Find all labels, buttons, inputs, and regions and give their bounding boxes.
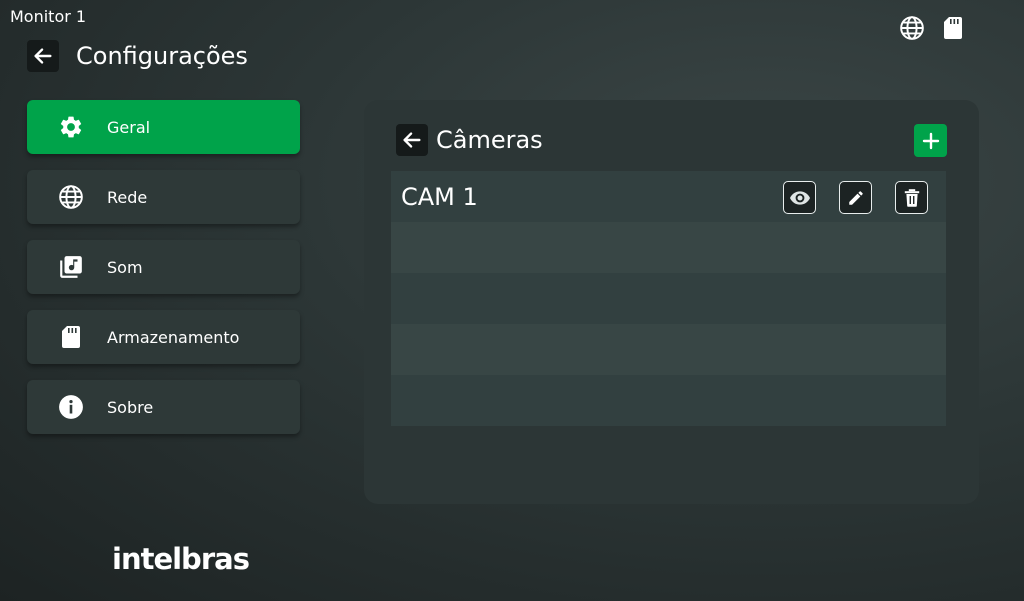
arrow-left-icon: [403, 132, 421, 148]
table-row: [391, 273, 946, 324]
music-library-icon: [57, 253, 85, 281]
globe-icon: [57, 183, 85, 211]
pencil-icon: [848, 190, 863, 205]
sd-card-icon: [57, 323, 85, 351]
sidebar-item-armazenamento[interactable]: Armazenamento: [27, 310, 300, 364]
add-camera-button[interactable]: [914, 124, 947, 157]
camera-name: CAM 1: [401, 182, 478, 211]
brand-logo: intelbras: [112, 542, 250, 576]
table-row: [391, 324, 946, 375]
gear-icon: [57, 113, 85, 141]
back-button[interactable]: [27, 40, 59, 72]
panel-title: Câmeras: [436, 126, 543, 154]
globe-icon[interactable]: [898, 14, 926, 42]
trash-icon: [904, 188, 919, 207]
sidebar-item-som[interactable]: Som: [27, 240, 300, 294]
edit-camera-button[interactable]: [839, 181, 872, 214]
table-row[interactable]: CAM 1: [391, 171, 946, 222]
monitor-label: Monitor 1: [10, 7, 87, 26]
table-row: [391, 375, 946, 426]
panel-header: Câmeras: [396, 124, 543, 156]
view-camera-button[interactable]: [783, 181, 816, 214]
status-icons: [898, 14, 967, 42]
plus-icon: [922, 132, 939, 149]
panel-back-button[interactable]: [396, 124, 428, 156]
sd-card-icon[interactable]: [939, 14, 967, 42]
sidebar-item-label: Som: [107, 257, 143, 277]
sidebar-item-label: Rede: [107, 187, 148, 207]
cameras-panel: Câmeras CAM 1: [364, 100, 979, 504]
page-title: Configurações: [76, 42, 248, 70]
eye-icon: [789, 190, 810, 205]
sidebar-item-sobre[interactable]: Sobre: [27, 380, 300, 434]
camera-list: CAM 1: [391, 171, 946, 426]
page-header: Configurações: [27, 40, 248, 72]
sidebar-item-label: Geral: [107, 117, 151, 137]
sidebar: Geral Rede Som Armazenamento Sobre: [27, 100, 300, 450]
sidebar-item-rede[interactable]: Rede: [27, 170, 300, 224]
sidebar-item-label: Sobre: [107, 397, 154, 417]
info-icon: [57, 393, 85, 421]
delete-camera-button[interactable]: [895, 181, 928, 214]
table-row: [391, 222, 946, 273]
sidebar-item-geral[interactable]: Geral: [27, 100, 300, 154]
arrow-left-icon: [34, 48, 52, 64]
sidebar-item-label: Armazenamento: [107, 327, 240, 347]
